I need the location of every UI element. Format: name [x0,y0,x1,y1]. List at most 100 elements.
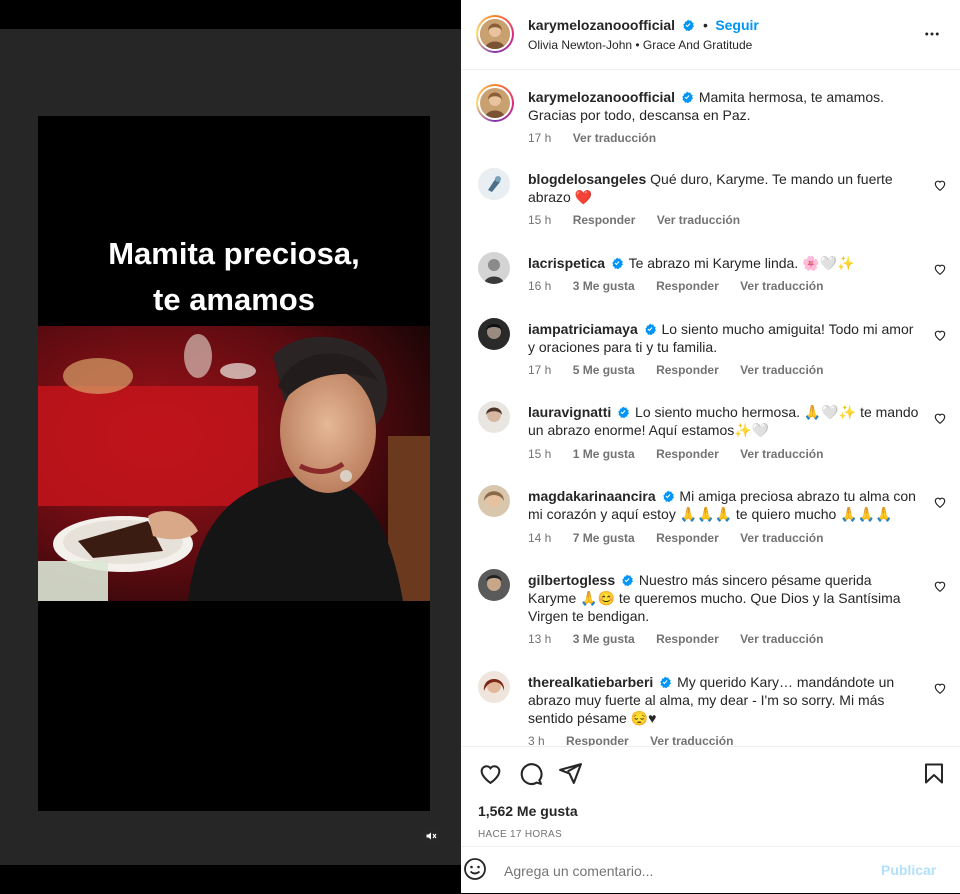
emoji-icon[interactable] [463,857,487,881]
more-options-button[interactable] [923,25,941,48]
comments-list[interactable]: karymelozanooofficial Mamita hermosa, te… [461,70,960,746]
reply-button[interactable]: Responder [566,734,629,746]
comment-username[interactable]: therealkatiebarberi [528,674,653,690]
more-icon [925,32,939,36]
post-header: karymelozanooofficial • Seguir Olivia Ne… [461,0,960,70]
heart-icon[interactable] [933,579,947,593]
translate-button[interactable]: Ver traducción [740,531,823,545]
translate-button[interactable]: Ver traducción [740,632,823,646]
video-caption: Mamita preciosa, te amamos [38,231,430,323]
heart-icon[interactable] [933,262,947,276]
comment-time: 17 h [528,363,552,377]
media-panel: Mamita preciosa, te amamos [0,0,461,893]
comment-username[interactable]: iampatriciamaya [528,321,638,337]
avatar[interactable] [480,19,510,49]
comment-time: 13 h [528,632,552,646]
caption-meta: 17 h Ver traducción [528,131,656,145]
reply-button[interactable]: Responder [656,531,719,545]
comment-time: 16 h [528,279,552,293]
verified-icon [682,19,694,31]
likes-count[interactable]: 1,562 Me gusta [478,803,578,819]
caption-avatar[interactable] [480,88,510,118]
post-actions: 1,562 Me gusta HACE 17 HORAS [461,746,960,847]
header-dot: • [702,17,708,33]
likes-count[interactable]: 7 Me gusta [573,531,635,545]
mute-icon [426,832,437,840]
translate-button[interactable]: Ver traducción [657,213,740,227]
translate-button[interactable]: Ver traducción [740,447,823,461]
translate-button[interactable]: Ver traducción [740,279,823,293]
caption-text: karymelozanooofficial Mamita hermosa, te… [528,88,920,124]
comment-avatar[interactable] [478,485,510,517]
comment-meta: 15 h Responder Ver traducción [528,213,740,227]
verified-icon [618,406,630,418]
heart-icon[interactable] [933,178,947,192]
comment-meta: 13 h 3 Me gusta Responder Ver traducción [528,632,823,646]
comment-username[interactable]: magdakarinaancira [528,488,656,504]
verified-icon [644,323,656,335]
comment-time: 15 h [528,213,552,227]
comment-text: gilbertogless Nuestro más sincero pésame… [528,571,920,625]
comment-input[interactable] [502,859,866,883]
header-username[interactable]: karymelozanooofficial [528,17,675,33]
comment-avatar[interactable] [478,569,510,601]
verified-icon [660,676,672,688]
comment-text: lauravignatti Lo siento mucho hermosa. 🙏… [528,403,920,439]
comment-username[interactable]: lacrispetica [528,255,605,271]
comment-text: iampatriciamaya Lo siento mucho amiguita… [528,320,920,356]
caption-translate[interactable]: Ver traducción [573,131,656,145]
heart-icon[interactable] [933,495,947,509]
bookmark-icon[interactable] [922,761,946,786]
reply-button[interactable]: Responder [656,363,719,377]
comment-meta: 14 h 7 Me gusta Responder Ver traducción [528,531,823,545]
caption-time: 17 h [528,131,552,145]
comment-meta: 16 h 3 Me gusta Responder Ver traducción [528,279,823,293]
reply-button[interactable]: Responder [656,447,719,461]
verified-icon [622,574,634,586]
likes-count[interactable]: 1 Me gusta [573,447,635,461]
likes-count[interactable]: 3 Me gusta [573,632,635,646]
comment-time: 3 h [528,734,545,746]
verified-icon [662,490,674,502]
comment-avatar[interactable] [478,671,510,703]
comment-body: Te abrazo mi Karyme linda. 🌸🤍✨ [628,255,855,271]
likes-count[interactable]: 5 Me gusta [573,363,635,377]
comment-text: therealkatiebarberi My querido Kary… man… [528,673,920,727]
share-icon[interactable] [558,761,583,786]
comment-username[interactable]: lauravignatti [528,404,611,420]
heart-icon[interactable] [933,681,947,695]
verified-icon [612,257,623,269]
verified-icon [682,91,693,103]
post-panel: karymelozanooofficial • Seguir Olivia Ne… [461,0,960,893]
follow-button[interactable]: Seguir [715,17,759,33]
reply-button[interactable]: Responder [656,279,719,293]
comment-time: 15 h [528,447,552,461]
comment-username[interactable]: gilbertogless [528,572,615,588]
translate-button[interactable]: Ver traducción [650,734,733,746]
comment-avatar[interactable] [478,252,510,284]
video-player[interactable]: Mamita preciosa, te amamos [38,116,430,811]
heart-icon[interactable] [478,761,503,786]
comment-meta: 3 h Responder Ver traducción [528,734,733,746]
publish-button[interactable]: Publicar [881,862,936,878]
post-timestamp: HACE 17 HORAS [478,829,562,840]
comment-text: magdakarinaancira Mi amiga preciosa abra… [528,487,920,523]
video-caption-line2: te amamos [153,282,315,317]
reply-button[interactable]: Responder [656,632,719,646]
comment-meta: 17 h 5 Me gusta Responder Ver traducción [528,363,823,377]
mute-button[interactable] [420,825,442,847]
caption-username[interactable]: karymelozanooofficial [528,89,675,105]
translate-button[interactable]: Ver traducción [740,363,823,377]
comment-avatar[interactable] [478,318,510,350]
comment-avatar[interactable] [478,168,510,200]
likes-count[interactable]: 3 Me gusta [573,279,635,293]
comment-avatar[interactable] [478,401,510,433]
add-comment-bar: Publicar [461,846,960,894]
heart-icon[interactable] [933,328,947,342]
audio-label[interactable]: Olivia Newton-John • Grace And Gratitude [528,38,752,52]
reply-button[interactable]: Responder [573,213,636,227]
comment-icon[interactable] [518,761,543,786]
comment-time: 14 h [528,531,552,545]
heart-icon[interactable] [933,411,947,425]
comment-username[interactable]: blogdelosangeles [528,171,646,187]
